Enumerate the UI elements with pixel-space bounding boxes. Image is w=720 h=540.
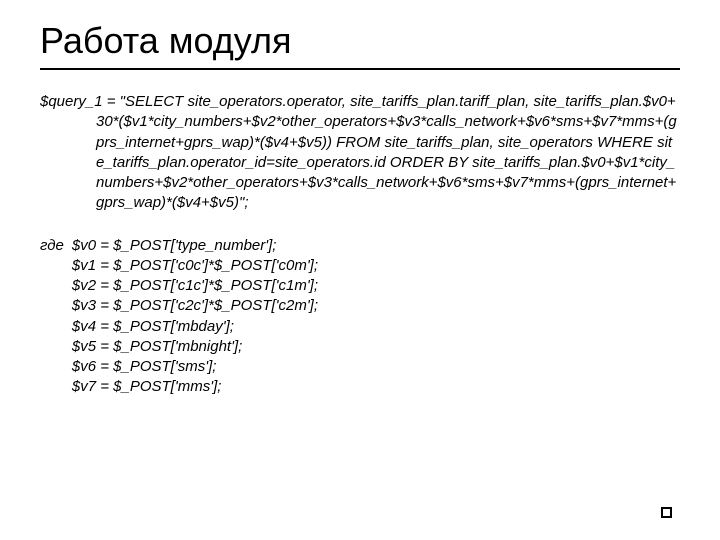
query-block: $query_1 = "SELECT site_operators.operat… [40, 92, 680, 214]
var-line: $v0 = $_POST['type_number']; [72, 236, 318, 256]
var-line: $v5 = $_POST['mbnight']; [72, 337, 318, 357]
slide-title: Работа модуля [40, 20, 680, 70]
outline-marker-icon [661, 507, 672, 518]
where-label: где [40, 236, 72, 398]
var-line: $v6 = $_POST['sms']; [72, 357, 318, 377]
var-line: $v7 = $_POST['mms']; [72, 377, 318, 397]
var-line: $v4 = $_POST['mbday']; [72, 317, 318, 337]
slide-content: $query_1 = "SELECT site_operators.operat… [40, 92, 680, 398]
var-line: $v2 = $_POST['c1c']*$_POST['c1m']; [72, 276, 318, 296]
var-lines: $v0 = $_POST['type_number']; $v1 = $_POS… [72, 236, 318, 398]
var-line: $v1 = $_POST['c0c']*$_POST['c0m']; [72, 256, 318, 276]
where-block: где $v0 = $_POST['type_number']; $v1 = $… [40, 236, 680, 398]
var-line: $v3 = $_POST['c2c']*$_POST['c2m']; [72, 296, 318, 316]
